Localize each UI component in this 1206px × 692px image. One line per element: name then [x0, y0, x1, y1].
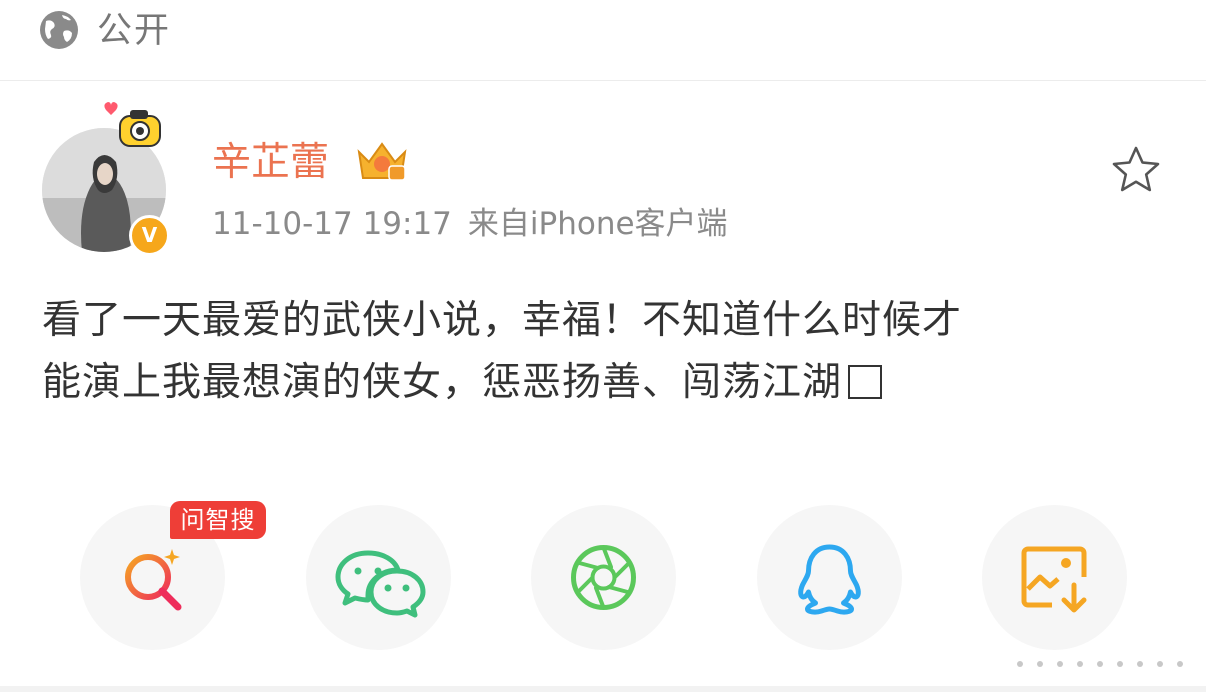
save-image-icon — [1021, 546, 1087, 613]
post-text: 看了一天最爱的武侠小说，幸福！不知道什么时候才 能演上我最想演的侠女，惩恶扬善、… — [42, 290, 1162, 414]
share-qq-button[interactable] — [757, 505, 902, 650]
missing-glyph-box — [848, 365, 883, 399]
username[interactable]: 辛芷蕾 — [212, 139, 329, 187]
post-meta: 11-10-17 19:17 来自iPhone客户端 — [212, 202, 744, 246]
wechat-icon — [335, 550, 426, 618]
share-wechat-button[interactable] — [306, 505, 451, 650]
star-outline-icon[interactable] — [1110, 145, 1162, 195]
share-save-image-button[interactable] — [982, 505, 1127, 650]
bottom-divider — [0, 686, 1206, 692]
ai-search-tag: 问智搜 — [170, 501, 266, 539]
globe-icon — [40, 11, 78, 49]
post-text-line-2-text: 能演上我最想演的侠女，惩恶扬善、闯荡江湖 — [42, 360, 843, 405]
visibility-bar: 公开 — [0, 0, 1206, 81]
post-source: 来自iPhone客户端 — [467, 206, 728, 242]
post-text-line-2: 能演上我最想演的侠女，惩恶扬善、闯荡江湖 — [42, 352, 1162, 414]
avatar-decoration-icon — [104, 102, 161, 147]
share-moments-button[interactable] — [531, 505, 676, 650]
verified-badge: V — [129, 215, 170, 256]
post-timestamp: 11-10-17 19:17 — [212, 206, 452, 242]
post-text-line-1: 看了一天最爱的武侠小说，幸福！不知道什么时候才 — [42, 298, 963, 343]
crown-icon — [357, 142, 407, 181]
watermark-mark — [1017, 661, 1183, 667]
moments-icon — [571, 545, 636, 610]
visibility-label: 公开 — [97, 11, 172, 51]
qq-icon — [798, 544, 861, 615]
